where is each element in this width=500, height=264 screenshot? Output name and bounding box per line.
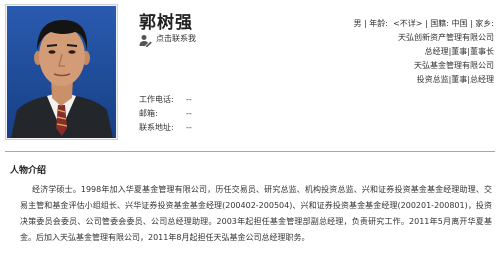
contact-me-link[interactable]: 点击联系我 — [139, 32, 196, 47]
nationality-value: 中国 — [451, 19, 468, 28]
contact-me-label: 点击联系我 — [156, 34, 196, 43]
nationality-label: 国籍: — [430, 19, 449, 28]
gender-value: 男 — [353, 19, 362, 28]
age-label: 年龄: — [369, 19, 388, 28]
address-row: 联系地址: -- — [139, 121, 192, 135]
portrait-image — [7, 6, 116, 138]
biography-text: 经济学硕士。1998年加入华夏基金管理有限公司，历任交易员、研究总监、机构投资总… — [20, 185, 492, 242]
email-label: 邮箱: — [139, 109, 158, 118]
section-divider — [5, 151, 495, 152]
basic-info: 男 | 年龄: <不详> | 国籍: 中国 | 家乡: 天弘创新资产管理有限公司… — [264, 17, 495, 87]
phone-label: 工作电话: — [139, 95, 174, 104]
section-title: 人物介绍 — [10, 166, 47, 176]
position-company-1: 天弘创新资产管理有限公司 — [398, 33, 494, 42]
position-titles-1: 总经理|董事|董事长 — [424, 47, 494, 56]
phone-row: 工作电话: -- — [139, 93, 192, 107]
position-company-2: 天弘基金管理有限公司 — [414, 61, 494, 70]
age-value: <不详> — [393, 19, 423, 28]
person-name: 郭树强 — [139, 13, 193, 33]
basic-info-row: 男 | 年龄: <不详> | 国籍: 中国 | 家乡: — [353, 19, 495, 28]
address-label: 联系地址: — [139, 123, 174, 132]
address-value: -- — [186, 123, 192, 132]
phone-value: -- — [186, 95, 192, 104]
email-row: 邮箱: -- — [139, 107, 192, 121]
email-value: -- — [186, 109, 192, 118]
person-edit-icon — [139, 32, 152, 47]
hometown-label: 家乡: — [475, 19, 494, 28]
position-titles-2: 投资总监|董事|总经理 — [416, 75, 494, 84]
profile-photo — [5, 4, 118, 140]
contact-fields: 工作电话: -- 邮箱: -- 联系地址: -- — [139, 93, 192, 135]
